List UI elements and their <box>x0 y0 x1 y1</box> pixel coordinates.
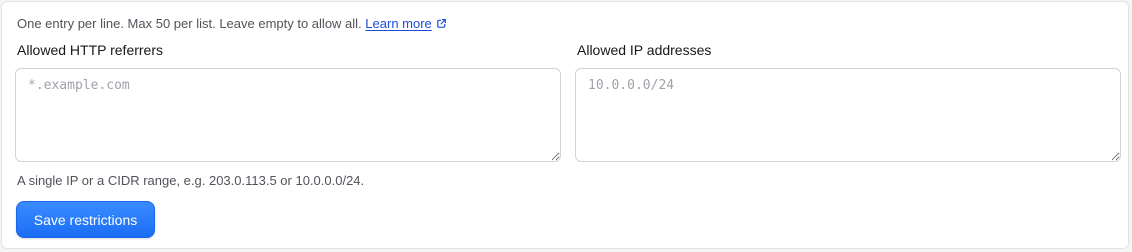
ip-help-text: A single IP or a CIDR range, e.g. 203.0.… <box>17 173 365 188</box>
ip-addresses-textarea[interactable] <box>575 68 1121 162</box>
save-restrictions-button[interactable]: Save restrictions <box>16 201 155 238</box>
learn-more-label: Learn more <box>365 16 432 31</box>
referrers-label: Allowed HTTP referrers <box>17 42 164 58</box>
restrictions-card: One entry per line. Max 50 per list. Lea… <box>1 1 1129 249</box>
intro-text: One entry per line. Max 50 per list. Lea… <box>17 16 362 31</box>
intro-hint: One entry per line. Max 50 per list. Lea… <box>17 16 447 31</box>
ip-addresses-label: Allowed IP addresses <box>577 42 712 58</box>
referrers-textarea[interactable] <box>15 68 561 162</box>
external-link-icon <box>437 19 446 28</box>
learn-more-link[interactable]: Learn more <box>365 16 431 31</box>
